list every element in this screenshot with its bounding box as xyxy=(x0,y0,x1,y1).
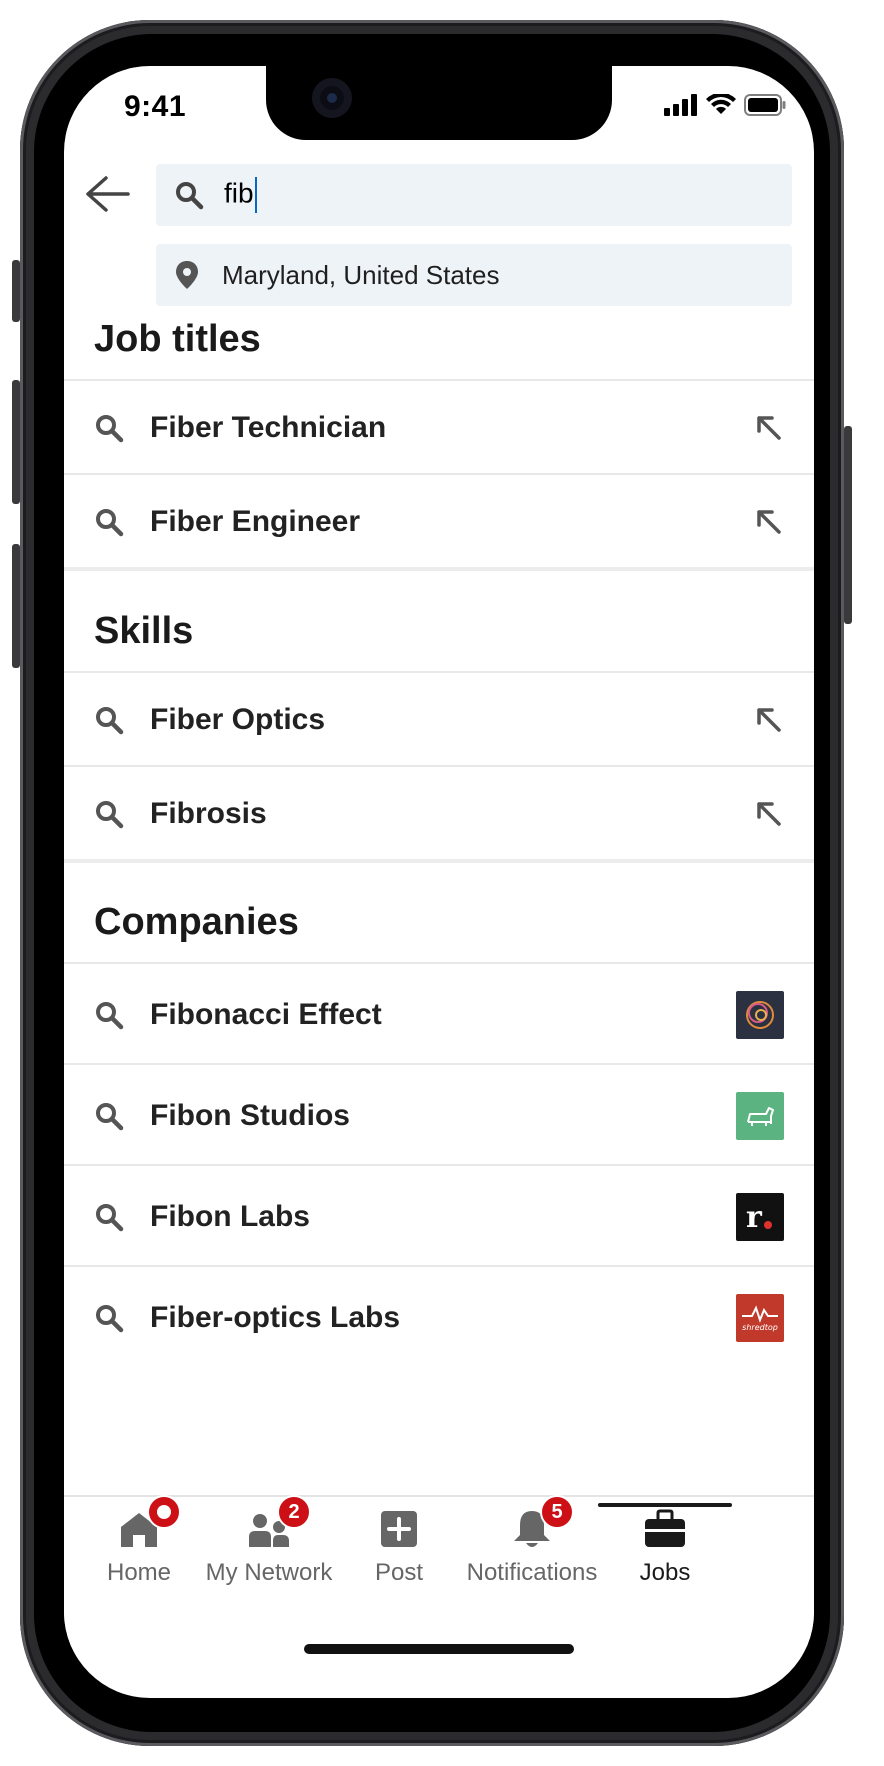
home-notification-dot xyxy=(147,1495,181,1529)
tab-home[interactable]: Home xyxy=(64,1495,214,1587)
front-camera xyxy=(312,78,352,118)
search-header: fib xyxy=(64,162,814,228)
bottom-tab-bar: Home 2 My Network Post 5 Notifications J… xyxy=(64,1495,814,1647)
list-item[interactable]: Fiber Engineer xyxy=(64,473,814,569)
search-field[interactable]: fib xyxy=(156,164,792,226)
section-title-companies: Companies xyxy=(94,901,299,943)
app-screen: 9:41 fib Maryland, United States Job tit… xyxy=(64,66,814,1698)
status-time: 9:41 xyxy=(124,90,187,123)
search-icon xyxy=(96,1203,124,1231)
tab-my-network[interactable]: 2 My Network xyxy=(194,1495,344,1587)
battery-icon xyxy=(744,94,786,116)
status-icons xyxy=(664,94,786,116)
suggestion-label: Fibonacci Effect xyxy=(150,997,382,1031)
search-icon xyxy=(96,1102,124,1130)
tab-label: My Network xyxy=(205,1559,333,1586)
wifi-icon xyxy=(706,94,736,114)
fibonacci-effect-logo xyxy=(736,990,784,1039)
briefcase-icon xyxy=(643,1507,687,1551)
bell-icon: 5 xyxy=(510,1495,574,1551)
text-caret xyxy=(254,177,257,213)
list-item[interactable]: Fibon Labs r xyxy=(64,1164,814,1267)
tab-jobs[interactable]: Jobs xyxy=(590,1503,740,1587)
section-divider xyxy=(64,859,814,863)
notch xyxy=(266,66,612,140)
home-indicator[interactable] xyxy=(304,1644,574,1654)
search-icon xyxy=(96,415,124,443)
search-icon xyxy=(96,1304,124,1332)
section-divider xyxy=(64,567,814,571)
post-icon xyxy=(377,1507,421,1551)
search-icon xyxy=(176,182,204,210)
network-badge: 2 xyxy=(277,1495,311,1529)
fiber-optics-labs-logo: shredtop xyxy=(736,1293,784,1342)
list-item[interactable]: Fibonacci Effect xyxy=(64,962,814,1065)
fibon-studios-logo xyxy=(736,1091,784,1140)
tab-label: Jobs xyxy=(639,1559,691,1586)
mute-switch xyxy=(12,260,20,322)
location-field[interactable]: Maryland, United States xyxy=(156,244,792,306)
suggestion-label: Fiber Optics xyxy=(150,703,326,736)
suggestion-label: Fibon Labs xyxy=(150,1199,310,1233)
section-title-job-titles: Job titles xyxy=(94,318,261,360)
search-query-text: fib xyxy=(224,177,254,209)
search-icon xyxy=(96,801,124,829)
location-pin-icon xyxy=(176,261,198,289)
volume-up-button xyxy=(12,380,20,504)
fibon-labs-logo: r xyxy=(736,1192,784,1241)
fill-query-arrow-icon[interactable] xyxy=(754,705,784,735)
section-title-skills: Skills xyxy=(94,610,194,652)
svg-text:shredtop: shredtop xyxy=(742,1323,778,1332)
fill-query-arrow-icon[interactable] xyxy=(754,413,784,443)
back-arrow-icon[interactable] xyxy=(84,174,130,214)
suggestion-label: Fiber Technician xyxy=(150,411,387,444)
list-item[interactable]: Fiber-optics Labs shredtop xyxy=(64,1265,814,1368)
fill-query-arrow-icon[interactable] xyxy=(754,507,784,537)
tab-label: Home xyxy=(106,1559,172,1586)
tab-post[interactable]: Post xyxy=(324,1507,474,1587)
location-text: Maryland, United States xyxy=(222,259,500,290)
list-item[interactable]: Fibon Studios xyxy=(64,1063,814,1166)
suggestion-label: Fibon Studios xyxy=(150,1098,350,1132)
power-button xyxy=(844,426,852,624)
suggestion-label: Fibrosis xyxy=(150,797,267,830)
fill-query-arrow-icon[interactable] xyxy=(754,799,784,829)
tab-notifications[interactable]: 5 Notifications xyxy=(457,1495,607,1587)
search-icon xyxy=(96,1001,124,1029)
signal-icon xyxy=(664,94,697,116)
svg-text:r: r xyxy=(746,1200,763,1235)
notifications-badge: 5 xyxy=(540,1495,574,1529)
list-item[interactable]: Fibrosis xyxy=(64,765,814,861)
search-input[interactable]: fib xyxy=(224,177,257,213)
suggestion-label: Fiber Engineer xyxy=(150,505,361,538)
network-icon: 2 xyxy=(247,1495,311,1551)
volume-down-button xyxy=(12,544,20,668)
search-icon xyxy=(96,509,124,537)
list-item[interactable]: Fiber Technician xyxy=(64,379,814,475)
suggestion-label: Fiber-optics Labs xyxy=(150,1300,401,1334)
tab-label: Notifications xyxy=(466,1559,598,1586)
tab-label: Post xyxy=(374,1559,424,1586)
home-icon xyxy=(117,1495,181,1551)
list-item[interactable]: Fiber Optics xyxy=(64,671,814,767)
search-icon xyxy=(96,707,124,735)
